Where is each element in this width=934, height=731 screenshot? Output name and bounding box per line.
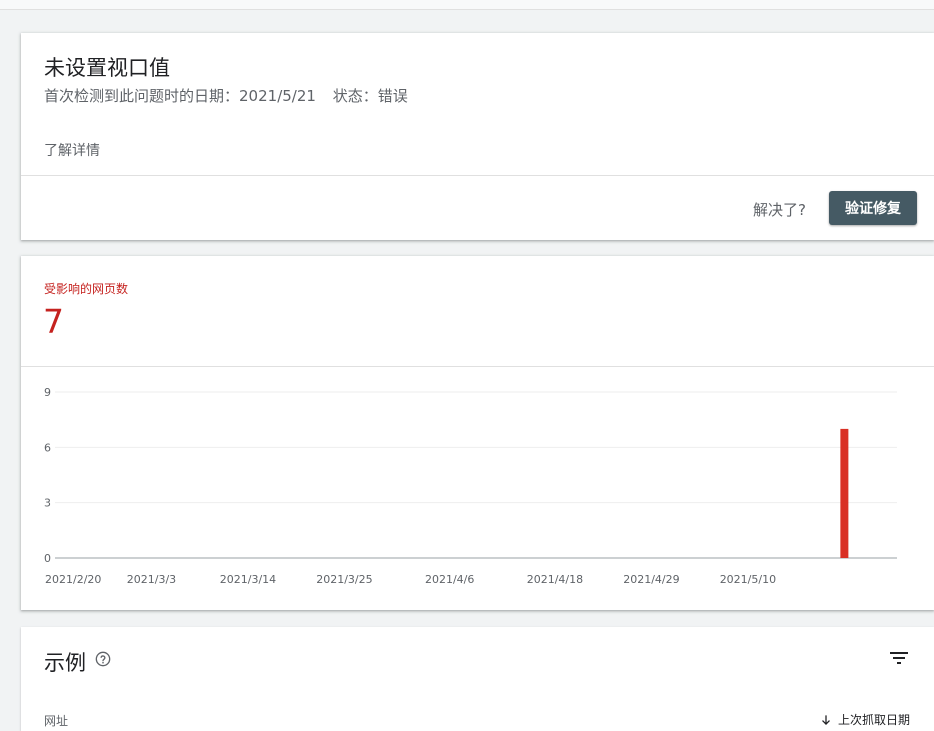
card-divider xyxy=(21,175,934,176)
column-header-last-crawled[interactable]: 上次抓取日期 xyxy=(819,711,910,728)
help-circle-icon[interactable] xyxy=(95,651,111,667)
arrow-down-icon xyxy=(822,714,830,725)
x-tick-label: 2021/3/14 xyxy=(220,573,276,586)
resolved-question: 解决了? xyxy=(753,201,806,219)
issue-title: 未设置视口值 xyxy=(44,56,170,80)
y-tick-label: 0 xyxy=(44,552,51,565)
validate-fix-button[interactable]: 验证修复 xyxy=(829,191,917,225)
column-header-last-crawled-label: 上次抓取日期 xyxy=(837,713,910,727)
metric-label: 受影响的网页数 xyxy=(44,282,129,296)
top-bar xyxy=(0,0,934,10)
x-tick-label: 2021/3/25 xyxy=(316,573,372,586)
x-tick-label: 2021/3/3 xyxy=(127,573,176,586)
filter-icon[interactable] xyxy=(887,646,911,670)
metric-value: 7 xyxy=(43,302,64,341)
y-tick-label: 6 xyxy=(44,441,51,454)
affected-pages-chart: 0 3 6 9 2021/2/20 2021/3/3 2021/3/14 2021/3/25 2… xyxy=(44,386,897,586)
bar xyxy=(840,428,849,558)
affected-pages-card: 受影响的网页数 7 0 3 6 9 2021/2/20 2021/3/3 2021/3/14… xyxy=(21,256,934,610)
column-header-url[interactable]: 网址 xyxy=(44,712,68,729)
x-tick-label: 2021/4/6 xyxy=(425,573,474,586)
y-tick-label: 3 xyxy=(44,497,51,510)
issue-meta: 首次检测到此问题时的日期：2021/5/21 状态：错误 xyxy=(44,85,408,106)
status-value: 错误 xyxy=(377,87,408,105)
issue-card: 未设置视口值 首次检测到此问题时的日期：2021/5/21 状态：错误 了解详情… xyxy=(21,33,934,240)
status-label: 状态： xyxy=(332,87,378,105)
x-tick-label: 2021/4/18 xyxy=(527,573,583,586)
first-detected-date: 2021/5/21 xyxy=(239,87,316,105)
x-tick-label: 2021/4/29 xyxy=(623,573,679,586)
x-tick-label: 2021/2/20 xyxy=(45,573,101,586)
first-detected-label: 首次检测到此问题时的日期： xyxy=(44,87,240,105)
learn-more-link[interactable]: 了解详情 xyxy=(44,140,100,160)
y-tick-label: 9 xyxy=(44,386,51,399)
examples-card: 示例 网址 上次抓取日期 xyxy=(21,627,934,731)
examples-title: 示例 xyxy=(44,651,86,675)
x-tick-label: 2021/5/10 xyxy=(720,573,776,586)
